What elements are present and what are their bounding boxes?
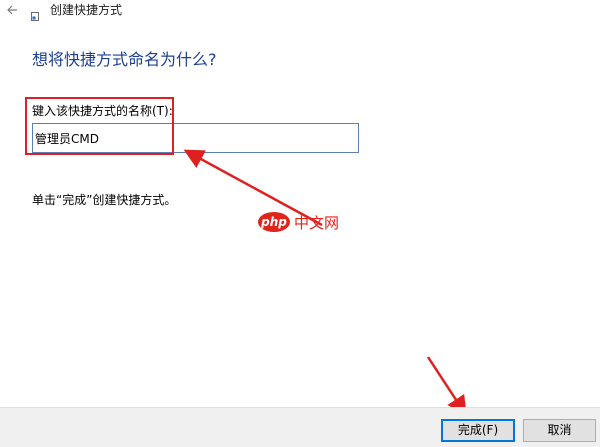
annotation-arrow-to-finish [426, 356, 467, 417]
watermark-text: 中文网 [294, 214, 340, 232]
shortcut-app-icon [31, 6, 39, 21]
title-bar: 创建快捷方式 [0, 0, 600, 22]
annotation-highlight-box [25, 97, 174, 155]
back-button[interactable] [3, 0, 23, 20]
back-arrow-icon [7, 5, 17, 15]
window-title: 创建快捷方式 [50, 3, 123, 17]
cancel-button[interactable]: 取消 [523, 419, 596, 442]
finish-button[interactable]: 完成(F) [441, 419, 515, 442]
finish-hint-text: 单击“完成”创建快捷方式。 [32, 193, 177, 207]
page-heading: 想将快捷方式命名为什么? [32, 50, 217, 69]
watermark-badge: php [258, 212, 290, 232]
